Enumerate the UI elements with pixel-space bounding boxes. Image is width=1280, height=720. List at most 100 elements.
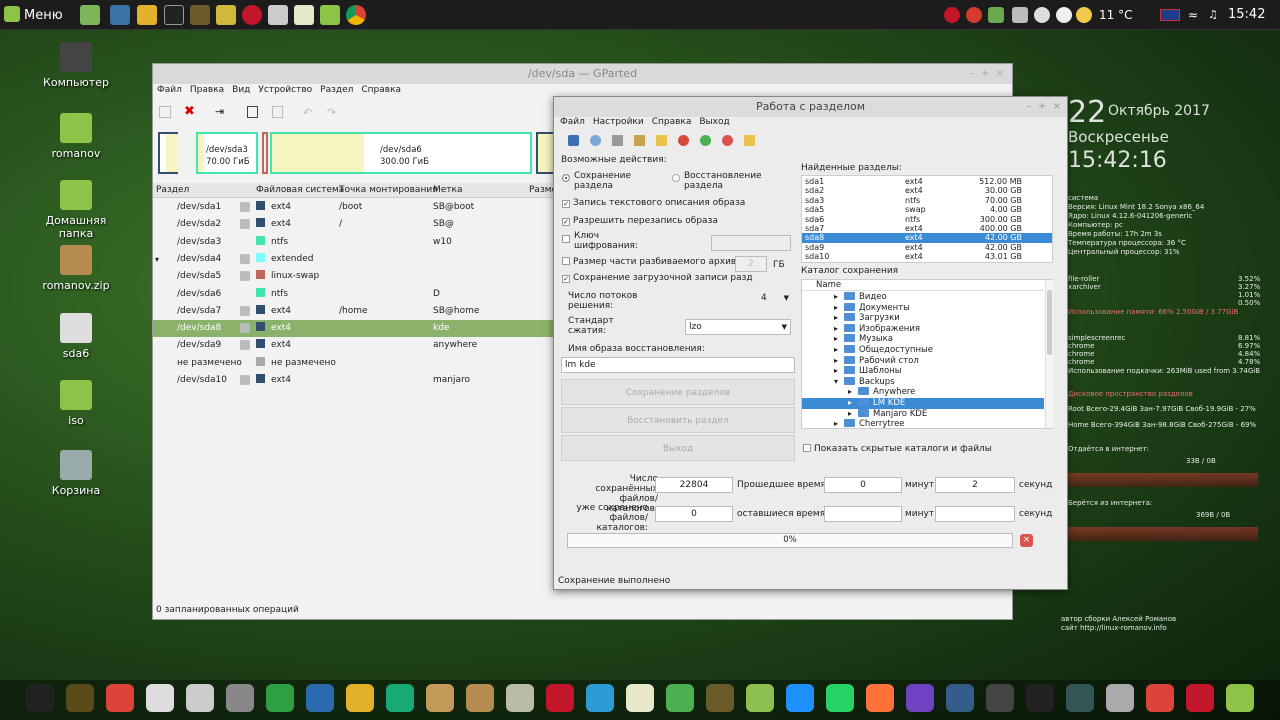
terminal-icon[interactable]: [164, 5, 184, 25]
tree-item[interactable]: ▸ Видео: [802, 292, 1044, 303]
list-item[interactable]: sda8 ext4 42.00 GB: [802, 233, 1052, 243]
collapsed-arrow-icon[interactable]: ▸: [834, 313, 838, 324]
catalog-tree[interactable]: Name ▸ Видео ▸ Документы ▸ Загрузки ▸ Изображен…: [801, 279, 1053, 429]
table-row[interactable]: ▾ /dev/sda4 extended: [153, 251, 553, 268]
checkbox-allow-overwrite[interactable]: ✓: [562, 218, 570, 226]
encryption-key-input[interactable]: [711, 235, 791, 251]
partition-block-sda3[interactable]: /dev/sda3 70.00 ГиБ: [196, 132, 258, 174]
table-row[interactable]: /dev/sda9 ext4 anywhere: [153, 337, 553, 354]
exit-button[interactable]: Выход: [561, 435, 795, 461]
tree-item[interactable]: ▸ Изображения: [802, 323, 1044, 335]
compression-select[interactable]: lzo ▼: [685, 319, 791, 335]
option-split-archive[interactable]: Размер части разбиваемого архива:: [562, 257, 745, 267]
column-header[interactable]: Точка монтирования: [339, 185, 438, 195]
found-partitions-list[interactable]: sda1 ext4 512.00 MB sda2 ext4 30.00 GB sda3 ntf…: [801, 175, 1053, 263]
dock-app-icon[interactable]: [706, 684, 734, 712]
dock-app-icon[interactable]: [226, 684, 254, 712]
tree-item[interactable]: ▸ Шаблоны: [802, 366, 1044, 377]
table-row[interactable]: /dev/sda7 ext4/home SB@home: [153, 303, 553, 320]
table-row[interactable]: /dev/sda1 ext4/boot SB@boot: [153, 199, 553, 216]
collapsed-arrow-icon[interactable]: ▸: [834, 345, 838, 356]
checkbox-split-archive[interactable]: [562, 257, 570, 265]
option-boot-record[interactable]: ✓ Сохранение загрузочной записи разд: [562, 273, 753, 283]
dock-app-icon[interactable]: [586, 684, 614, 712]
desktop-icon-1[interactable]: romanov: [40, 113, 112, 160]
dock-app-icon[interactable]: [826, 684, 854, 712]
list-item[interactable]: sda1 ext4 512.00 MB: [802, 177, 1052, 186]
threads-spinner[interactable]: 4 ▼: [761, 293, 789, 307]
tree-item[interactable]: ▸ Загрузки: [802, 313, 1044, 324]
table-row[interactable]: /dev/sda8 ext4 kde: [153, 320, 553, 338]
list-item[interactable]: sda3 ntfs 70.00 GB: [802, 196, 1052, 205]
tree-item[interactable]: ▸ Рабочий стол: [802, 355, 1044, 367]
dock-app-icon[interactable]: [946, 684, 974, 712]
dock-app-icon[interactable]: [506, 684, 534, 712]
table-row[interactable]: /dev/sda2 ext4 / SB@: [153, 216, 553, 233]
monitor-icon[interactable]: [190, 5, 210, 25]
clock-app-icon[interactable]: [1034, 7, 1050, 23]
gparted-menu-item[interactable]: Правка: [190, 85, 224, 95]
dock-app-icon[interactable]: [906, 684, 934, 712]
desktop-icon-5[interactable]: iso: [40, 380, 112, 427]
desktop-icon-3[interactable]: romanov.zip: [40, 245, 112, 292]
collapsed-arrow-icon[interactable]: ▸: [848, 398, 852, 409]
weather-temp[interactable]: 11 °C: [1099, 8, 1132, 22]
text-editor-icon[interactable]: [294, 5, 314, 25]
new-icon[interactable]: [159, 106, 171, 118]
table-row[interactable]: /dev/sda6 ntfs D: [153, 286, 553, 303]
collapsed-arrow-icon[interactable]: ▸: [834, 366, 838, 377]
dock-app-icon[interactable]: [1226, 684, 1254, 712]
checkbox-text-description[interactable]: ✓: [562, 200, 570, 208]
shield-icon[interactable]: [988, 7, 1004, 23]
folder-open-icon[interactable]: [656, 135, 667, 146]
camera-icon[interactable]: [268, 5, 288, 25]
tree-item[interactable]: ▸ Cherrytree: [802, 419, 1044, 430]
expander-icon[interactable]: ▾: [155, 251, 159, 268]
copy-icon[interactable]: [247, 106, 258, 118]
dock-app-icon[interactable]: [1106, 684, 1134, 712]
collapsed-arrow-icon[interactable]: ▸: [834, 356, 838, 367]
desktop-icon-6[interactable]: Корзина: [40, 450, 112, 497]
ok-icon[interactable]: [700, 135, 711, 146]
gparted-menu-item[interactable]: Вид: [232, 85, 250, 95]
tree-item[interactable]: ▸ LM KDE: [802, 398, 1044, 409]
column-header[interactable]: Раздел: [156, 185, 189, 195]
dock-app-icon[interactable]: [866, 684, 894, 712]
tree-scrollbar[interactable]: [1045, 280, 1053, 428]
split-size-input[interactable]: 2: [735, 256, 767, 272]
list-item[interactable]: sda10 ext4 43.01 GB: [802, 252, 1052, 261]
dock-app-icon[interactable]: [626, 684, 654, 712]
dialog-menu-item[interactable]: Настройки: [593, 117, 644, 127]
dialog-menu-item[interactable]: Файл: [560, 117, 585, 127]
desktop-icon-0[interactable]: Компьютер: [40, 42, 112, 89]
checkbox-boot-record[interactable]: ✓: [562, 275, 570, 283]
weather-icon[interactable]: [1076, 7, 1092, 23]
list-item[interactable]: sda9 ext4 42.00 GB: [802, 243, 1052, 252]
list-item[interactable]: sda7 ext4 400.00 GB: [802, 224, 1052, 233]
wifi-icon[interactable]: ≈: [1188, 8, 1198, 22]
dock-app-icon[interactable]: [746, 684, 774, 712]
gparted-menu-item[interactable]: Справка: [361, 85, 401, 95]
show-hidden-option[interactable]: Показать скрытые каталоги и файлы: [803, 444, 992, 454]
desktop-icon-2[interactable]: Домашняя папка: [40, 180, 112, 240]
desktop-icon-4[interactable]: sda6: [40, 313, 112, 360]
collapsed-arrow-icon[interactable]: ▸: [834, 303, 838, 314]
table-row[interactable]: не размечено не размечено: [153, 355, 553, 372]
dock-app-icon[interactable]: [66, 684, 94, 712]
dock-app-icon[interactable]: [146, 684, 174, 712]
stop-progress-icon[interactable]: ×: [1020, 534, 1033, 547]
export-icon[interactable]: [744, 135, 755, 146]
list-item[interactable]: sda5 swap 4.00 GB: [802, 205, 1052, 214]
system-icon[interactable]: [137, 5, 157, 25]
dialog-menu-item[interactable]: Справка: [652, 117, 692, 127]
dock-app-icon[interactable]: [186, 684, 214, 712]
chrome-icon[interactable]: [346, 5, 366, 25]
gparted-menu-item[interactable]: Раздел: [320, 85, 353, 95]
dock-app-icon[interactable]: [426, 684, 454, 712]
cancel-icon[interactable]: [722, 135, 733, 146]
partition-block-sda6[interactable]: /dev/sda6 300.00 ГиБ: [270, 132, 532, 174]
gparted-menu-item[interactable]: Устройство: [258, 85, 312, 95]
expanded-arrow-icon[interactable]: ▾: [834, 377, 838, 388]
tree-item[interactable]: ▾ Backups: [802, 376, 1044, 388]
dock-app-icon[interactable]: [546, 684, 574, 712]
